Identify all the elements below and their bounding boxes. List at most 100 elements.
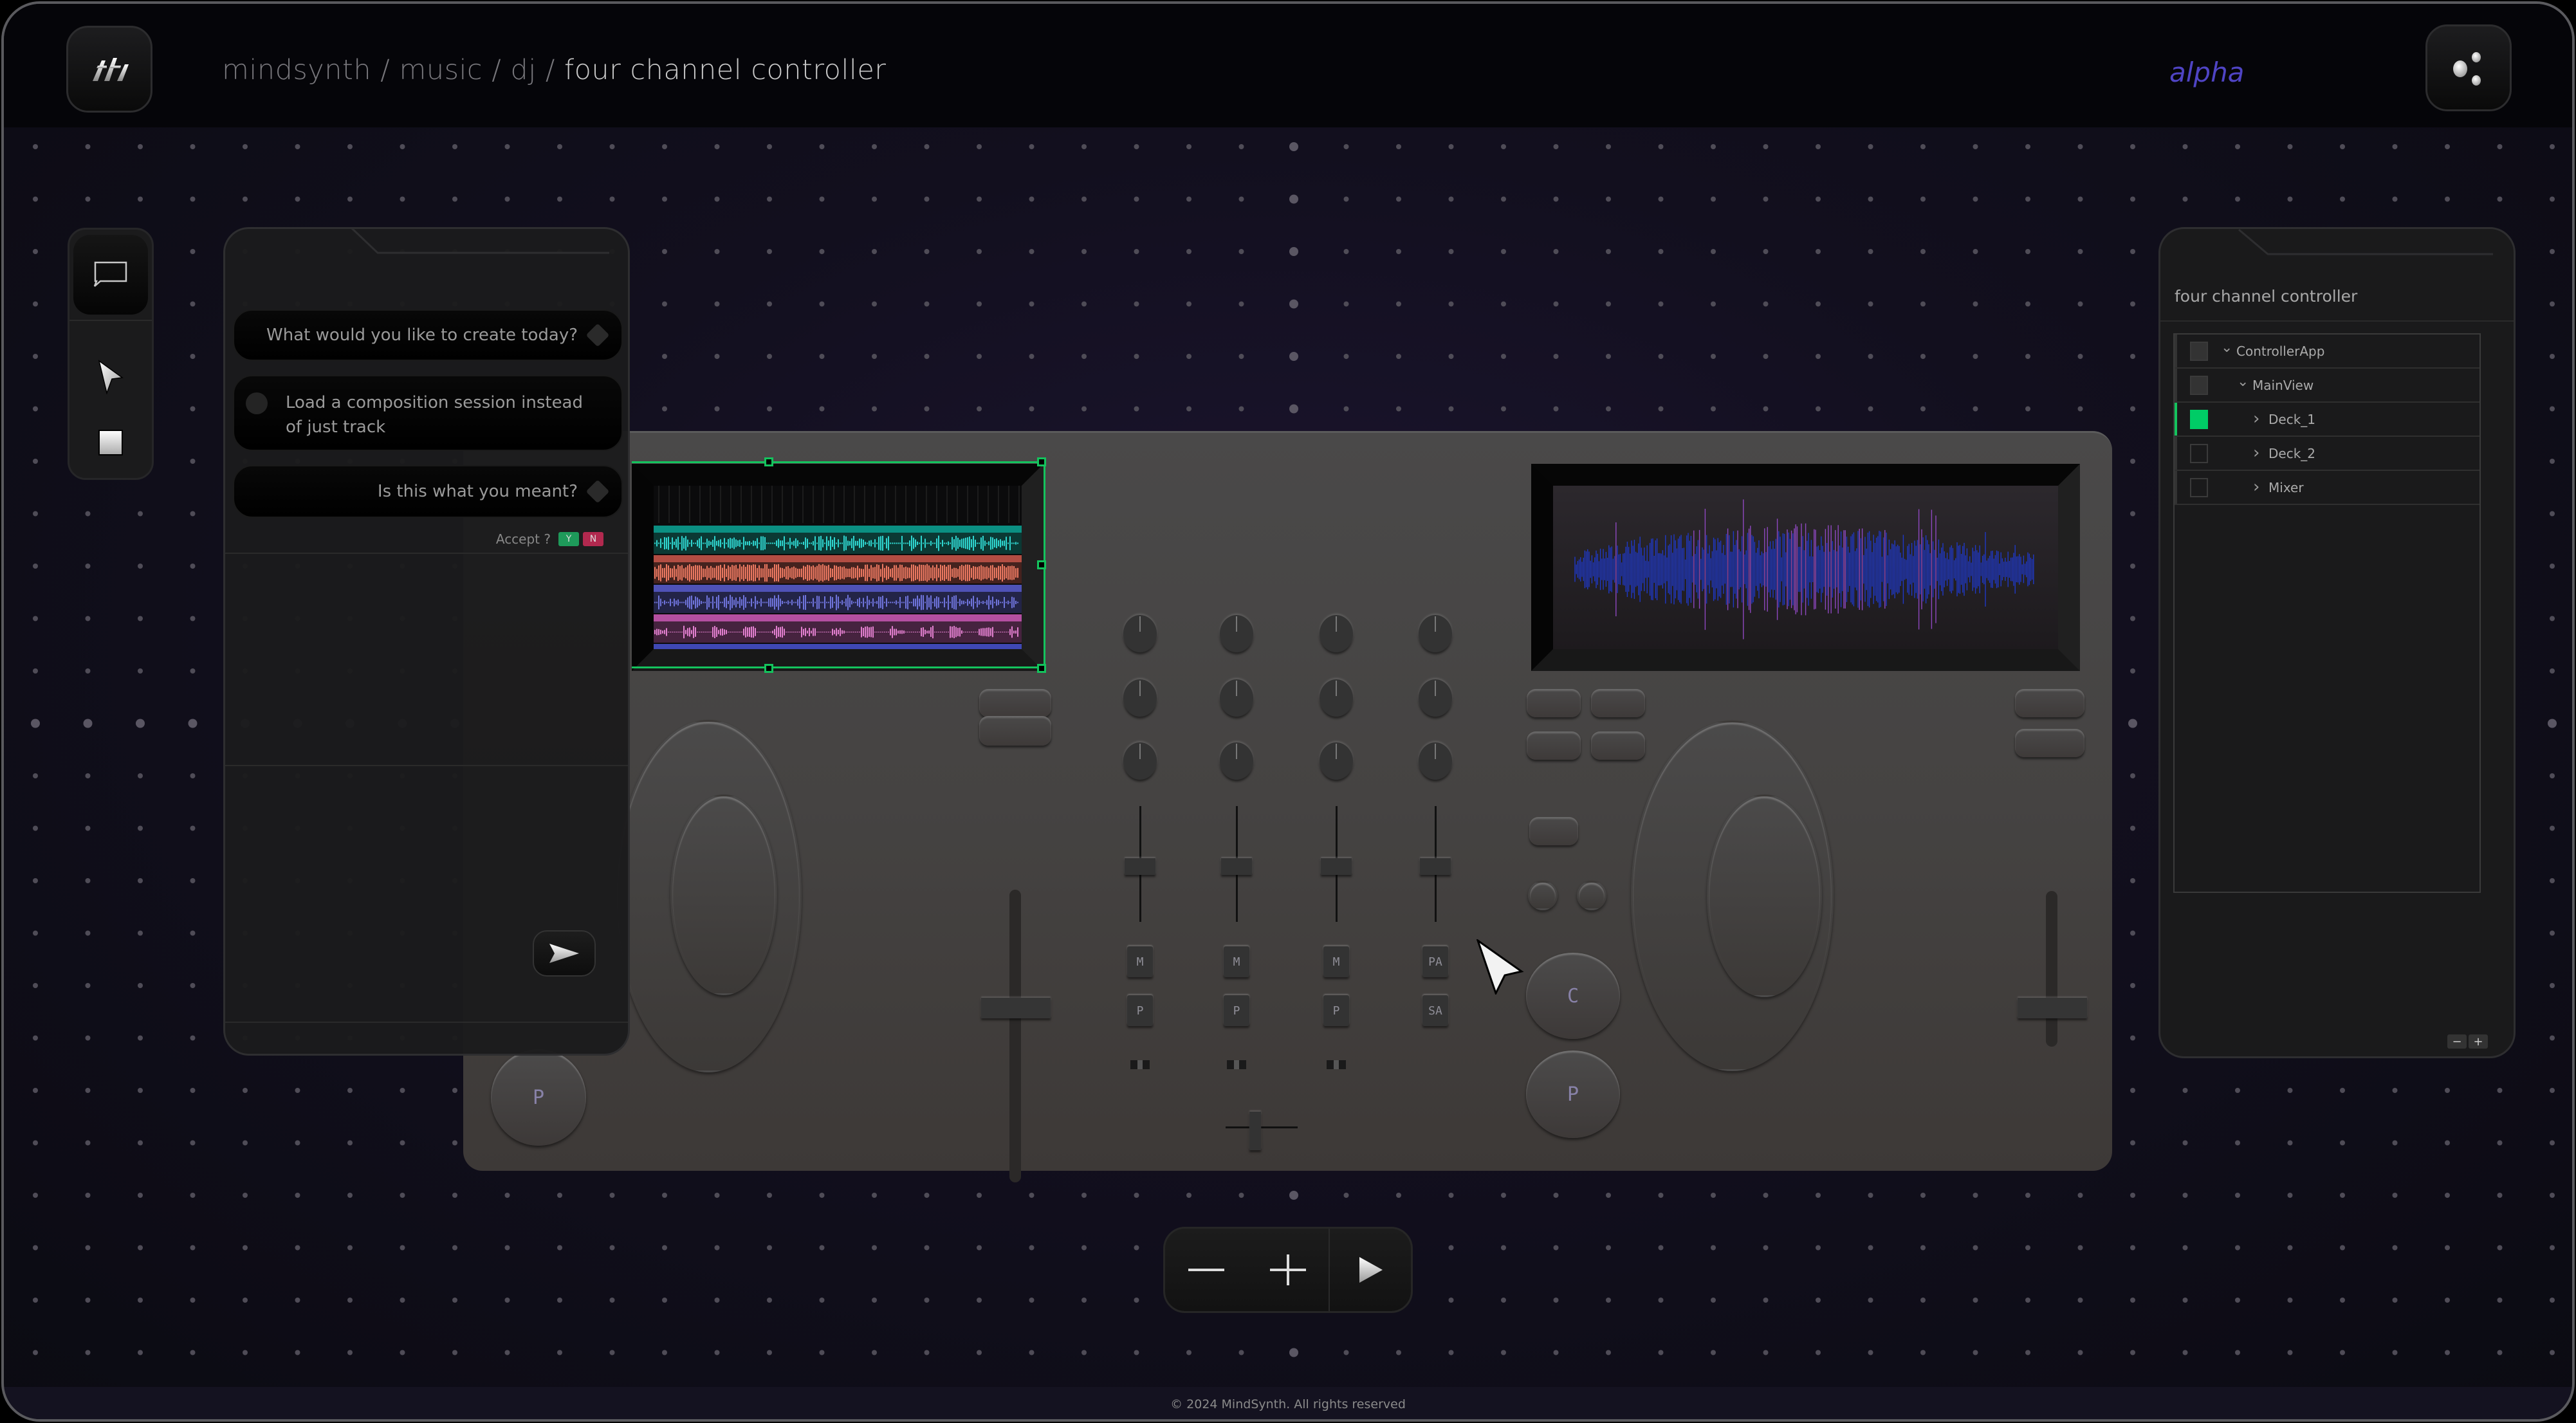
visibility-swatch[interactable] <box>2190 375 2208 395</box>
channel-key-p[interactable]: P <box>1323 995 1349 1026</box>
channel-key-m[interactable]: M <box>1127 946 1153 977</box>
settings-button[interactable] <box>2425 24 2512 111</box>
channel-switch[interactable] <box>1327 1060 1346 1069</box>
right-deck-button-4[interactable] <box>1591 731 1645 760</box>
tree-row[interactable]: › Mixer <box>2175 471 2479 505</box>
right-small-button-1[interactable] <box>1528 881 1558 910</box>
eq-knob[interactable] <box>1123 679 1157 717</box>
zoom-out-button[interactable] <box>1165 1229 1247 1311</box>
inspector-title: four channel controller <box>2175 287 2358 306</box>
grid-dot <box>1081 354 1087 359</box>
channel-key-p[interactable]: P <box>1224 995 1249 1026</box>
crossfader-handle[interactable] <box>1249 1112 1261 1150</box>
play-button[interactable] <box>1330 1229 1412 1311</box>
right-deck-button-3[interactable] <box>1527 731 1581 760</box>
tree-row[interactable]: ⌄ MainView <box>2175 369 2479 403</box>
right-cue-button[interactable]: C <box>1526 953 1620 1039</box>
chevron-down-icon[interactable]: ⌄ <box>2237 374 2249 390</box>
visibility-swatch[interactable] <box>2190 477 2208 497</box>
grid-dot <box>714 144 720 149</box>
channel-key-sa[interactable]: SA <box>1422 995 1448 1026</box>
left-jog-wheel-inner[interactable] <box>670 794 777 995</box>
chevron-right-icon[interactable]: › <box>2253 477 2259 497</box>
grid-dot <box>190 301 196 307</box>
resize-handle-bottom[interactable] <box>764 664 773 673</box>
resize-handle-top[interactable] <box>764 457 773 466</box>
chevron-right-icon[interactable]: › <box>2253 409 2259 428</box>
right-deck-button-5[interactable] <box>1529 817 1578 845</box>
right-deck-button-1[interactable] <box>1527 689 1581 717</box>
eq-knob[interactable] <box>1123 615 1157 652</box>
eq-knob[interactable] <box>1419 615 1452 652</box>
eq-knob[interactable] <box>1220 679 1253 717</box>
left-deck-button-1[interactable] <box>979 689 1051 717</box>
breadcrumb-item[interactable]: dj <box>510 54 536 86</box>
tree-label: Deck_1 <box>2268 411 2316 427</box>
right-deck-button-2[interactable] <box>1591 689 1645 717</box>
resize-handle-bottom-right[interactable] <box>1037 664 1046 673</box>
eq-knob[interactable] <box>1419 742 1452 780</box>
send-arrow-icon <box>549 944 579 963</box>
send-button[interactable] <box>533 930 596 977</box>
channel-switch[interactable] <box>1227 1060 1246 1069</box>
right-small-button-2[interactable] <box>1577 881 1606 910</box>
left-deck-button-2[interactable] <box>979 716 1051 746</box>
left-pitch-handle[interactable] <box>981 998 1051 1018</box>
grid-dot <box>1606 301 1611 307</box>
eq-knob[interactable] <box>1123 742 1157 780</box>
chevron-right-icon[interactable]: › <box>2253 443 2259 463</box>
channel-fader-handle[interactable] <box>1125 858 1155 875</box>
tree-row[interactable]: › Deck_1 <box>2175 403 2479 437</box>
channel-switch[interactable] <box>1130 1060 1150 1069</box>
grid-dot <box>33 1245 38 1251</box>
grid-dot <box>190 773 196 778</box>
resize-handle-right[interactable] <box>1037 560 1046 569</box>
tree-row[interactable]: › Deck_2 <box>2175 437 2479 471</box>
eq-knob[interactable] <box>1320 615 1353 652</box>
breadcrumb-item[interactable]: mindsynth <box>222 54 371 86</box>
grid-dot <box>85 1245 91 1251</box>
channel-fader-handle[interactable] <box>1420 858 1451 875</box>
grid-dot <box>85 196 91 202</box>
accept-yes-button[interactable]: Y <box>558 532 579 546</box>
chevron-down-icon[interactable]: ⌄ <box>2221 340 2232 356</box>
right-pitch-handle[interactable] <box>2018 998 2087 1018</box>
tool-shape[interactable] <box>69 401 152 478</box>
channel-key-m[interactable]: M <box>1323 946 1349 977</box>
row-indicator <box>2175 403 2177 436</box>
grid-dot <box>1134 1193 1139 1198</box>
eq-knob[interactable] <box>1419 679 1452 717</box>
visibility-swatch[interactable] <box>2190 409 2208 429</box>
right-play-button[interactable]: P <box>1526 1051 1620 1138</box>
tree-row[interactable]: ⌄ ControllerApp <box>2175 335 2479 369</box>
eq-knob[interactable] <box>1320 679 1353 717</box>
channel-fader-handle[interactable] <box>1321 858 1352 875</box>
right-waveform-display[interactable] <box>1531 464 2080 671</box>
channel-key-m[interactable]: M <box>1224 946 1249 977</box>
channel-key-p[interactable]: P <box>1127 995 1153 1026</box>
eq-knob[interactable] <box>1320 742 1353 780</box>
zoom-in-button[interactable] <box>1247 1229 1329 1311</box>
channel-fader-handle[interactable] <box>1221 858 1252 875</box>
eq-knob[interactable] <box>1220 615 1253 652</box>
assistant-diamond-icon <box>585 479 610 504</box>
right-jog-wheel-inner[interactable] <box>1707 794 1822 997</box>
visibility-swatch[interactable] <box>2190 341 2208 361</box>
grid-dot <box>347 196 353 202</box>
grid-dot <box>1081 1350 1087 1355</box>
breadcrumb-item[interactable]: music <box>399 54 483 86</box>
right-deck-button-7[interactable] <box>2015 729 2084 757</box>
grid-dot <box>347 1350 353 1355</box>
grid-dot <box>662 249 667 254</box>
resize-handle-top-right[interactable] <box>1037 457 1046 466</box>
visibility-swatch[interactable] <box>2190 443 2208 463</box>
channel-key-pa[interactable]: PA <box>1422 946 1448 977</box>
logo-button[interactable] <box>66 26 152 113</box>
tree-zoom-in-button[interactable]: + <box>2469 1034 2488 1049</box>
eq-knob[interactable] <box>1220 742 1253 780</box>
accept-no-button[interactable]: N <box>583 532 603 546</box>
left-play-button[interactable]: P <box>491 1049 586 1146</box>
right-deck-button-6[interactable] <box>2015 689 2084 717</box>
tree-zoom-out-button[interactable]: − <box>2447 1034 2467 1049</box>
tool-chat[interactable] <box>73 235 148 315</box>
